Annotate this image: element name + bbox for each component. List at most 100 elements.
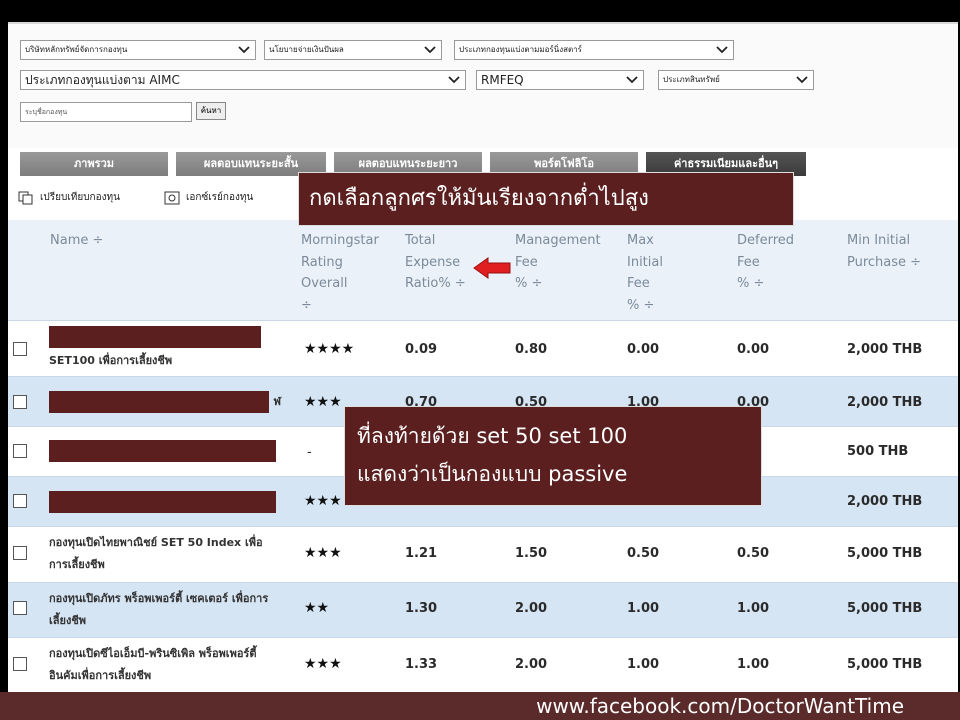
passive-callout-line: แสดงว่าเป็นกองแบบ passive (357, 462, 628, 486)
chevron-down-icon (424, 46, 436, 54)
passive-fund-callout: ที่ลงท้ายด้วย set 50 set 100 แสดงว่าเป็น… (344, 406, 762, 506)
rating-stars: ★★★ (304, 545, 342, 561)
table-row[interactable]: กองทุนเปิดไทยพาณิชย์ SET 50 Index เพื่อ … (8, 527, 958, 583)
category-select[interactable]: ประเภทกองทุนแบ่งตามมอร์นิ่งสตาร์ (454, 40, 734, 60)
cell-initial-fee: 1.00 (627, 601, 660, 616)
cell-deferred-fee: 0.00 (737, 342, 770, 357)
rating-stars: ★★★ (304, 394, 342, 410)
table-row[interactable]: กองทุนเปิดภัทร พร็อพเพอร์ตี้ เซคเตอร์ เพ… (8, 583, 958, 638)
fund-type-select-value: ประเภทกองทุนแบ่งตาม AIMC (25, 73, 180, 87)
col-header-name[interactable]: Name ÷ (50, 230, 103, 252)
redacted-name (49, 391, 269, 413)
col-header-max-initial-fee[interactable]: Max Initial Fee % ÷ (627, 230, 663, 316)
col-header-line: Rating (301, 254, 343, 270)
cell-management-fee: 2.00 (515, 657, 548, 672)
chevron-down-icon (238, 46, 250, 54)
col-header-management-fee[interactable]: Management Fee % ÷ (515, 230, 601, 295)
row-checkbox[interactable] (13, 395, 27, 409)
fund-name-line: SET100 เพื่อการเลี้ยงชีพ (49, 354, 173, 367)
fund-name-line: กองทุนเปิดภัทร พร็อพเพอร์ตี้ เซคเตอร์ เพ… (49, 592, 269, 605)
table-row[interactable]: SET100 เพื่อการเลี้ยงชีพ ★★★★ 0.09 0.80 … (8, 321, 958, 377)
cell-min-purchase: 5,000 THB (847, 601, 923, 616)
search-input[interactable]: ระบุชื่อกองทุน (20, 102, 192, 122)
asset-select-value: ประเภทสินทรัพย์ (663, 75, 720, 84)
xray-funds-button[interactable]: เอกซ์เรย์กองทุน (164, 190, 253, 205)
fund-type-select[interactable]: ประเภทกองทุนแบ่งตาม AIMC (20, 70, 466, 90)
row-checkbox[interactable] (13, 494, 27, 508)
chevron-down-icon (716, 46, 728, 54)
cell-min-purchase: 2,000 THB (847, 395, 923, 410)
col-header-deferred-fee[interactable]: Deferred Fee % ÷ (737, 230, 794, 295)
fund-name-line: การเลี้ยงชีพ (49, 558, 105, 571)
col-header-line: Fee (627, 276, 650, 291)
cell-management-fee: 1.50 (515, 546, 548, 561)
sort-instruction-callout: กดเลือกลูกศรให้มันเรียงจากต่ำไปสูง (298, 172, 794, 226)
fund-screener-window: บริษัทหลักทรัพย์จัดการกองทุน นโยบายจ่ายเ… (8, 22, 958, 694)
footer-url: www.facebook.com/DoctorWantTime (536, 694, 904, 718)
col-header-rating[interactable]: Morningstar Rating Overall ÷ (301, 230, 379, 316)
category-select-value: ประเภทกองทุนแบ่งตามมอร์นิ่งสตาร์ (459, 45, 582, 54)
col-header-min-initial-purchase[interactable]: Min Initial Purchase ÷ (847, 230, 921, 273)
cell-min-purchase: 2,000 THB (847, 494, 923, 509)
cell-ter: 1.21 (405, 546, 438, 561)
rmf-select-value: RMFEQ (481, 73, 524, 87)
slide: บริษัทหลักทรัพย์จัดการกองทุน นโยบายจ่ายเ… (0, 0, 960, 720)
row-checkbox[interactable] (13, 601, 27, 615)
company-select[interactable]: บริษัทหลักทรัพย์จัดการกองทุน (20, 40, 256, 60)
col-header-line: Min Initial (847, 233, 911, 248)
row-checkbox[interactable] (13, 342, 27, 356)
rating-stars: - (307, 445, 312, 460)
col-header-line: Deferred (737, 233, 795, 248)
rating-stars: ★★★ (304, 493, 342, 509)
col-header-line: Overall (301, 276, 348, 291)
company-select-value: บริษัทหลักทรัพย์จัดการกองทุน (25, 45, 128, 54)
row-checkbox[interactable] (13, 444, 27, 458)
rating-stars: ★★ (304, 600, 330, 616)
rating-stars: ★★★ (304, 656, 342, 672)
cell-ter: 0.09 (405, 342, 438, 357)
tab-overview[interactable]: ภาพรวม (20, 152, 168, 176)
footer-bar: www.facebook.com/DoctorWantTime (0, 692, 960, 720)
cell-ter: 1.33 (405, 657, 438, 672)
redacted-name (49, 326, 261, 348)
cell-deferred-fee: 1.00 (737, 601, 770, 616)
row-checkbox[interactable] (13, 546, 27, 560)
cell-deferred-fee: 1.00 (737, 657, 770, 672)
cell-ter: 1.30 (405, 601, 438, 616)
cell-min-purchase: 2,000 THB (847, 342, 923, 357)
col-header-line: Purchase ÷ (847, 254, 922, 270)
rating-stars: ★★★★ (304, 341, 355, 357)
col-header-line: Management (515, 233, 601, 248)
col-header-line: Initial (627, 254, 663, 270)
red-arrow-icon (473, 257, 511, 279)
search-input-placeholder: ระบุชื่อกองทุน (25, 108, 68, 116)
rmf-select[interactable]: RMFEQ (476, 70, 644, 90)
table-row[interactable]: กองทุนเปิดซีไอเอ็มบี-พรินซิเพิล พร็อพเพอ… (8, 638, 958, 694)
passive-callout-line: ที่ลงท้ายด้วย set 50 set 100 (357, 424, 628, 448)
xray-icon (164, 191, 180, 204)
policy-select[interactable]: นโยบายจ่ายเงินปันผล (264, 40, 442, 60)
cell-min-purchase: 5,000 THB (847, 657, 923, 672)
cell-initial-fee: 0.50 (627, 546, 660, 561)
col-header-line: Name ÷ (50, 233, 104, 248)
col-header-line: ÷ (301, 297, 312, 313)
asset-select[interactable]: ประเภทสินทรัพย์ (658, 70, 814, 90)
col-header-line: % ÷ (627, 297, 655, 313)
cell-min-purchase: 500 THB (847, 444, 909, 459)
col-header-line: Fee (737, 254, 760, 270)
col-header-line: Max (627, 233, 654, 248)
col-header-line: Total (405, 233, 436, 248)
search-button[interactable]: ค้นหา (196, 102, 226, 120)
cell-management-fee: 0.80 (515, 342, 548, 357)
col-header-line: Fee (515, 254, 538, 270)
col-header-total-expense-ratio[interactable]: Total Expense Ratio% ÷ (405, 230, 466, 295)
fund-name-line: กองทุนเปิดซีไอเอ็มบี-พรินซิเพิล พร็อพเพอ… (49, 647, 257, 660)
col-header-line: Expense (405, 254, 461, 270)
compare-funds-button[interactable]: เปรียบเทียบกองทุน (18, 190, 120, 205)
chevron-down-icon (626, 76, 638, 84)
fund-name-line: อินคัมเพื่อการเลี้ยงชีพ (49, 669, 152, 682)
row-checkbox[interactable] (13, 657, 27, 671)
col-header-line: % ÷ (515, 276, 543, 291)
cell-initial-fee: 1.00 (627, 657, 660, 672)
filter-bar: บริษัทหลักทรัพย์จัดการกองทุน นโยบายจ่ายเ… (8, 24, 958, 148)
